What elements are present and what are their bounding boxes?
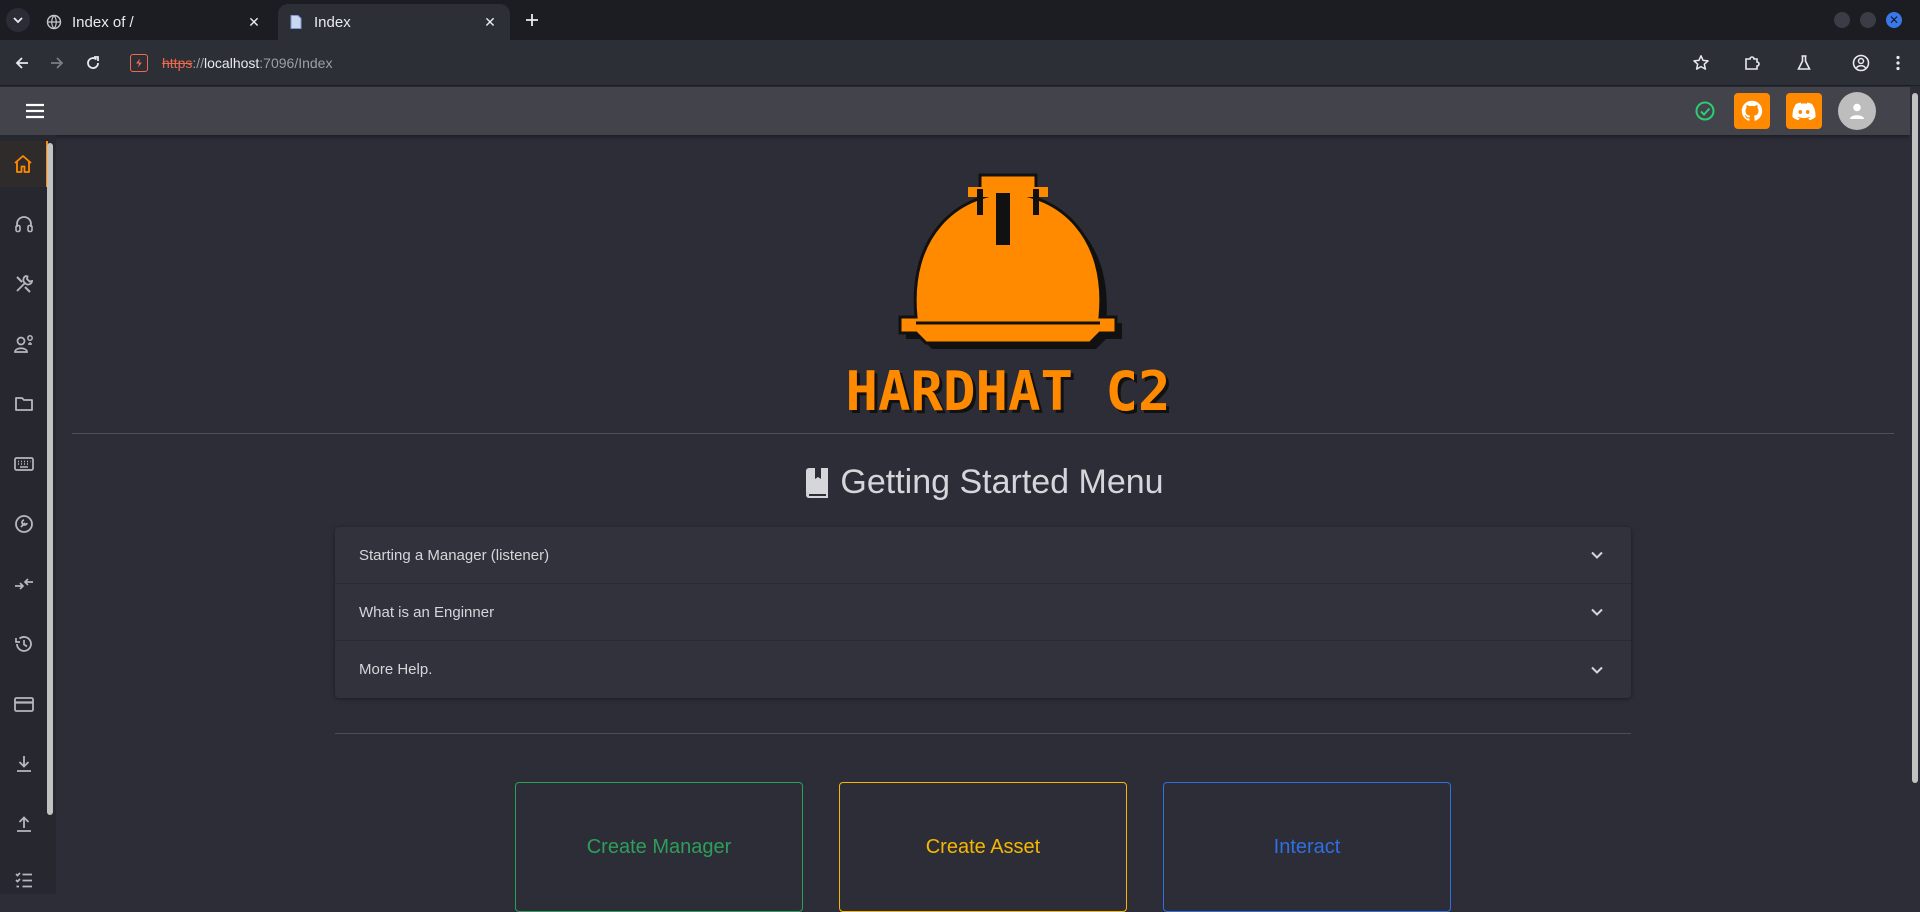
browser-tab-index-of[interactable]: Index of / ✕ — [36, 4, 274, 40]
address-bar[interactable]: https://localhost:7096/Index — [124, 47, 1724, 79]
main-content: HARDHAT C2 HARDHAT C2 Getting Started Me… — [56, 135, 1910, 912]
globe-icon — [46, 14, 62, 30]
divider — [72, 433, 1894, 434]
github-button[interactable] — [1734, 93, 1770, 129]
chevron-down-icon — [1591, 666, 1603, 674]
browser-menu-button[interactable] — [1886, 51, 1910, 75]
keyboard-icon — [14, 457, 34, 471]
sidebar-item-downloads[interactable] — [0, 741, 48, 787]
chevron-down-icon — [13, 17, 23, 24]
tab-title: Index — [314, 13, 351, 31]
scrollbar-thumb[interactable] — [1912, 93, 1918, 783]
maximize-button[interactable] — [1860, 12, 1876, 28]
sidebar-item-tools[interactable] — [0, 261, 48, 307]
sidebar-item-keyboard[interactable] — [0, 441, 48, 487]
accordion-item-starting-manager[interactable]: Starting a Manager (listener) — [335, 527, 1631, 584]
svg-text:HARDHAT C2: HARDHAT C2 — [845, 360, 1170, 423]
book-icon — [806, 467, 829, 498]
merge-icon — [15, 578, 33, 590]
create-asset-button[interactable]: Create Asset — [839, 782, 1127, 912]
flask-icon — [1797, 55, 1811, 70]
sidebar-item-tasks[interactable] — [0, 857, 48, 903]
create-asset-label: Create Asset — [925, 835, 1041, 858]
interact-button[interactable]: Interact — [1163, 782, 1451, 912]
menu-icon[interactable] — [24, 100, 46, 122]
create-manager-button[interactable]: Create Manager — [515, 782, 803, 912]
history-icon — [15, 636, 32, 652]
sidebar-item-files[interactable] — [0, 381, 48, 427]
sidebar-item-settings[interactable] — [0, 501, 48, 547]
accordion-label: More Help. — [359, 661, 433, 678]
hardhat-logo: HARDHAT C2 HARDHAT C2 — [845, 173, 1174, 426]
back-button[interactable] — [10, 51, 34, 75]
discord-button[interactable] — [1786, 93, 1822, 129]
sidebar-item-listeners[interactable] — [0, 201, 48, 247]
sidebar-item-pivot[interactable] — [0, 561, 48, 607]
app-header — [0, 87, 1910, 135]
labs-button[interactable] — [1792, 51, 1816, 75]
upload-icon — [17, 816, 31, 832]
sidebar-item-history[interactable] — [0, 621, 48, 667]
accordion-item-what-is-engineer[interactable]: What is an Enginner — [335, 584, 1631, 641]
avatar[interactable] — [1838, 92, 1876, 130]
tools-icon — [16, 275, 34, 293]
close-icon: ✕ — [1888, 13, 1900, 27]
new-tab-button[interactable] — [520, 8, 544, 32]
accordion-label: What is an Enginner — [359, 603, 495, 621]
sidebar — [0, 135, 56, 894]
account-circle-icon — [1852, 54, 1870, 72]
sidebar-item-home[interactable] — [0, 141, 48, 187]
forward-button[interactable] — [45, 51, 69, 75]
download-icon — [17, 756, 31, 772]
extensions-button[interactable] — [1740, 51, 1764, 75]
interact-label: Interact — [1273, 835, 1341, 858]
sidebar-item-users[interactable] — [0, 321, 48, 367]
user-icon — [1850, 103, 1864, 119]
home-icon — [14, 155, 32, 173]
getting-started-heading: Getting Started Menu — [56, 463, 1910, 502]
more-vert-icon — [1896, 55, 1900, 71]
check-circle-icon — [1695, 101, 1715, 121]
card-icon — [14, 697, 34, 712]
document-icon — [290, 15, 302, 29]
reload-button[interactable] — [81, 51, 105, 75]
discord-icon — [1792, 102, 1816, 121]
checklist-icon — [15, 872, 32, 888]
window-close-button[interactable]: ✕ — [1886, 12, 1902, 28]
browser-tab-index[interactable]: Index ✕ — [278, 4, 510, 40]
users-gear-icon — [14, 335, 33, 353]
browser-toolbar: https://localhost:7096/Index — [0, 40, 1920, 86]
profile-button[interactable] — [1849, 51, 1873, 75]
getting-started-accordion: Starting a Manager (listener) What is an… — [335, 527, 1631, 698]
accordion-label: Starting a Manager (listener) — [359, 546, 550, 564]
url-text: https://localhost:7096/Index — [162, 55, 333, 71]
chevron-down-icon — [1591, 551, 1603, 559]
minimize-button[interactable] — [1834, 12, 1850, 28]
star-icon — [1693, 55, 1709, 70]
create-manager-label: Create Manager — [586, 835, 732, 858]
arrow-right-icon — [51, 57, 64, 69]
divider — [335, 733, 1631, 734]
chevron-down-icon — [1591, 608, 1603, 616]
sidebar-item-uploads[interactable] — [0, 801, 48, 847]
arrow-left-icon — [15, 57, 28, 69]
sidebar-item-credentials[interactable] — [0, 681, 48, 727]
folder-icon — [15, 397, 33, 411]
tab-search-button[interactable] — [6, 8, 30, 32]
sidebar-scrollbar[interactable] — [47, 143, 53, 815]
close-icon[interactable]: ✕ — [244, 12, 264, 32]
page-scrollbar[interactable] — [1910, 87, 1920, 894]
browser-tab-strip: Index of / ✕ Index ✕ ✕ — [0, 0, 1920, 40]
close-icon[interactable]: ✕ — [480, 12, 500, 32]
headset-icon — [15, 216, 33, 233]
tab-title: Index of / — [72, 13, 134, 31]
puzzle-icon — [1745, 56, 1760, 70]
not-secure-icon[interactable] — [130, 54, 148, 72]
plus-icon — [526, 14, 538, 26]
accordion-item-more-help[interactable]: More Help. — [335, 641, 1631, 698]
reload-icon — [87, 56, 99, 69]
github-icon — [1741, 100, 1763, 121]
wrench-circle-icon — [15, 515, 33, 533]
bookmark-button[interactable] — [1689, 51, 1713, 75]
